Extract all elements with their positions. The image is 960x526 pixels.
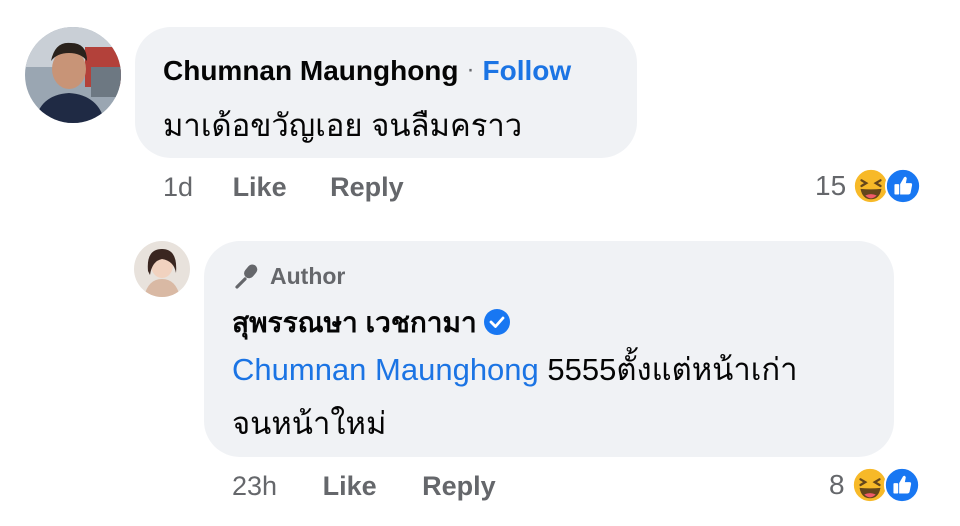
reply-timestamp[interactable]: 23h [232,471,277,501]
reply-reaction-count: 8 [829,469,845,500]
like-icon [883,466,920,504]
reply-text-line1: 5555ตั้งแต่หน้าเก่า [538,352,798,387]
follow-button[interactable]: Follow [483,55,572,86]
reply-text-line2: จนหน้าใหม่ [232,406,387,441]
reply-author-avatar[interactable] [134,241,190,297]
reply-reply-button[interactable]: Reply [422,471,496,501]
reply-author-name[interactable]: สุพรรณษา เวชกามา [232,307,477,338]
comment-bubble: Chumnan Maunghong · Follow มาเด้อขวัญเอย จ… [135,27,637,158]
reply-bubble: Author สุพรรณษา เวชกามา Chumnan Maunghon… [204,241,894,457]
reply-button[interactable]: Reply [330,172,404,202]
comment-timestamp[interactable]: 1d [163,172,193,202]
commenter-name[interactable]: Chumnan Maunghong [163,55,459,86]
like-icon [885,167,922,205]
comment-actions: 1d Like Reply [163,172,404,203]
comment-text: มาเด้อขวัญเอย จนลืมคราว [163,108,523,143]
commenter-avatar[interactable] [25,27,121,123]
separator-dot: · [466,56,475,83]
reply-like-button[interactable]: Like [323,471,377,501]
author-badge: Author [232,261,345,291]
microphone-icon [235,264,258,289]
comment-reactions[interactable]: 15 [815,167,922,205]
like-button[interactable]: Like [233,172,287,202]
reply-reactions[interactable]: 8 [829,466,921,504]
reaction-count: 15 [815,170,847,201]
reply-text: Chumnan Maunghong 5555ตั้งแต่หน้าเก่า [232,343,798,397]
verified-badge-icon [483,309,510,335]
author-badge-label: Author [270,262,346,289]
reply-actions: 23h Like Reply [232,471,496,502]
mention-link[interactable]: Chumnan Maunghong [232,352,539,387]
